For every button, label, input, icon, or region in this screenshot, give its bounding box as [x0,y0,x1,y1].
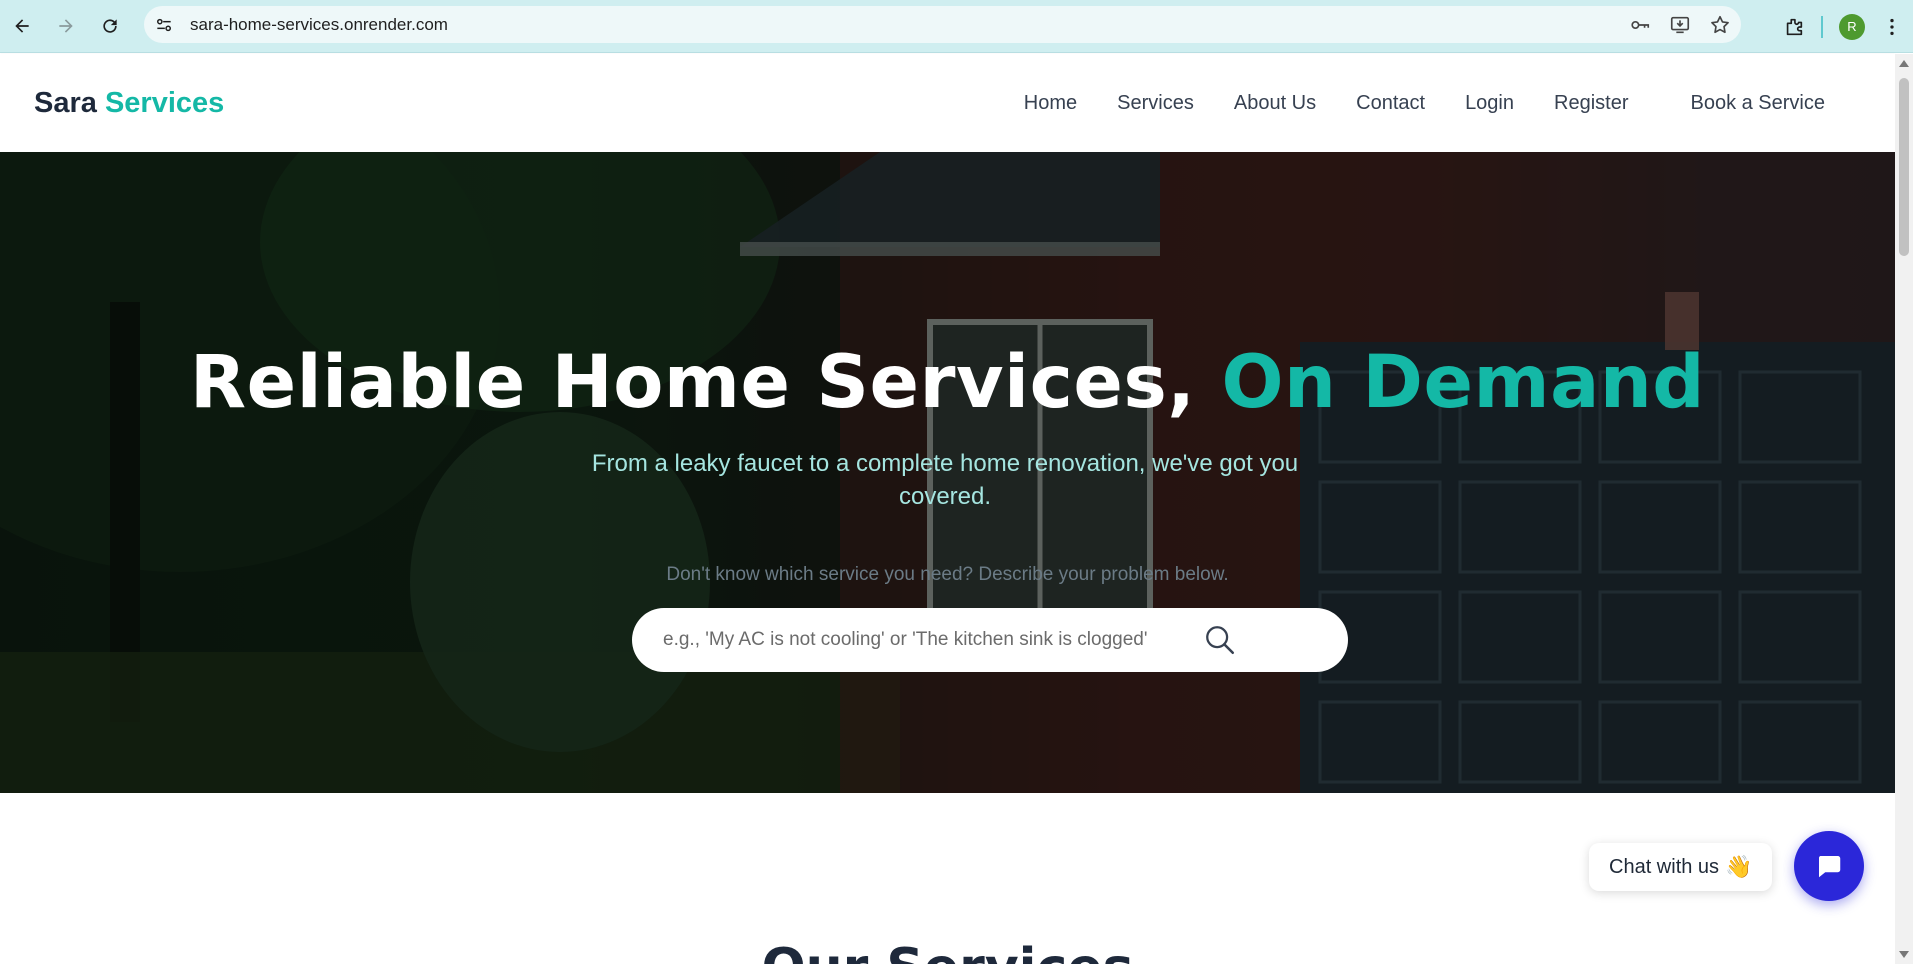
forward-arrow-icon [59,19,73,33]
nav-home[interactable]: Home [1024,92,1077,115]
page-scrollbar[interactable] [1895,54,1913,964]
chat-bubble-icon [1818,856,1841,878]
search-hint: Don't know which service you need? Descr… [666,564,1229,585]
reload-button[interactable] [88,4,132,48]
install-app-icon[interactable] [1669,14,1691,36]
site-info-button[interactable] [144,6,184,43]
address-bar[interactable]: sara-home-services.onrender.com [144,6,1741,43]
key-icon[interactable] [1629,14,1651,36]
site-header: Sara Services Home Services About Us Con… [0,54,1895,152]
hero-section: Reliable Home Services, On Demand From a… [0,152,1895,793]
hero-subtitle: From a leaky faucet to a complete home r… [591,450,1299,510]
nav-login[interactable]: Login [1465,92,1514,115]
services-section-title: Our Services [0,938,1895,964]
nav-about[interactable]: About Us [1234,92,1316,115]
nav-contact[interactable]: Contact [1356,92,1425,115]
scroll-down-arrow-icon[interactable] [1899,951,1909,958]
logo-text-primary: Sara [34,86,97,119]
toolbar-divider [1821,15,1823,38]
service-search-box [632,608,1348,672]
back-arrow-icon [15,19,29,33]
back-button[interactable] [0,4,44,48]
nav-register[interactable]: Register [1554,92,1628,115]
search-icon[interactable] [1203,623,1237,657]
nav-services[interactable]: Services [1117,92,1194,115]
main-nav: Home Services About Us Contact Login Reg… [1004,54,1895,152]
logo-text-accent: Services [104,86,225,119]
book-service-button[interactable]: Book a Service [1690,92,1825,115]
service-search-input[interactable] [663,629,1193,651]
chat-prompt[interactable]: Chat with us 👋 [1589,843,1773,891]
star-icon[interactable] [1709,14,1731,36]
chat-button[interactable] [1794,831,1864,901]
profile-avatar[interactable]: R [1839,13,1865,40]
menu-dots-icon[interactable] [1881,16,1903,38]
url-text[interactable]: sara-home-services.onrender.com [190,15,448,35]
reload-icon [103,19,117,33]
site-info-icon [157,18,171,31]
forward-button[interactable] [44,4,88,48]
hero-title-main: Reliable Home Services, [189,340,1196,425]
extensions-icon[interactable] [1783,16,1805,38]
scroll-up-arrow-icon[interactable] [1899,60,1909,67]
hero-title: Reliable Home Services, On Demand [0,340,1895,425]
browser-toolbar: sara-home-services.onrender.com R [0,0,1913,53]
site-logo[interactable]: Sara Services [34,87,224,120]
chat-prompt-text: Chat with us [1609,855,1720,878]
scroll-thumb[interactable] [1899,78,1909,256]
hero-title-accent: On Demand [1221,340,1706,425]
wave-emoji-icon: 👋 [1725,854,1753,879]
